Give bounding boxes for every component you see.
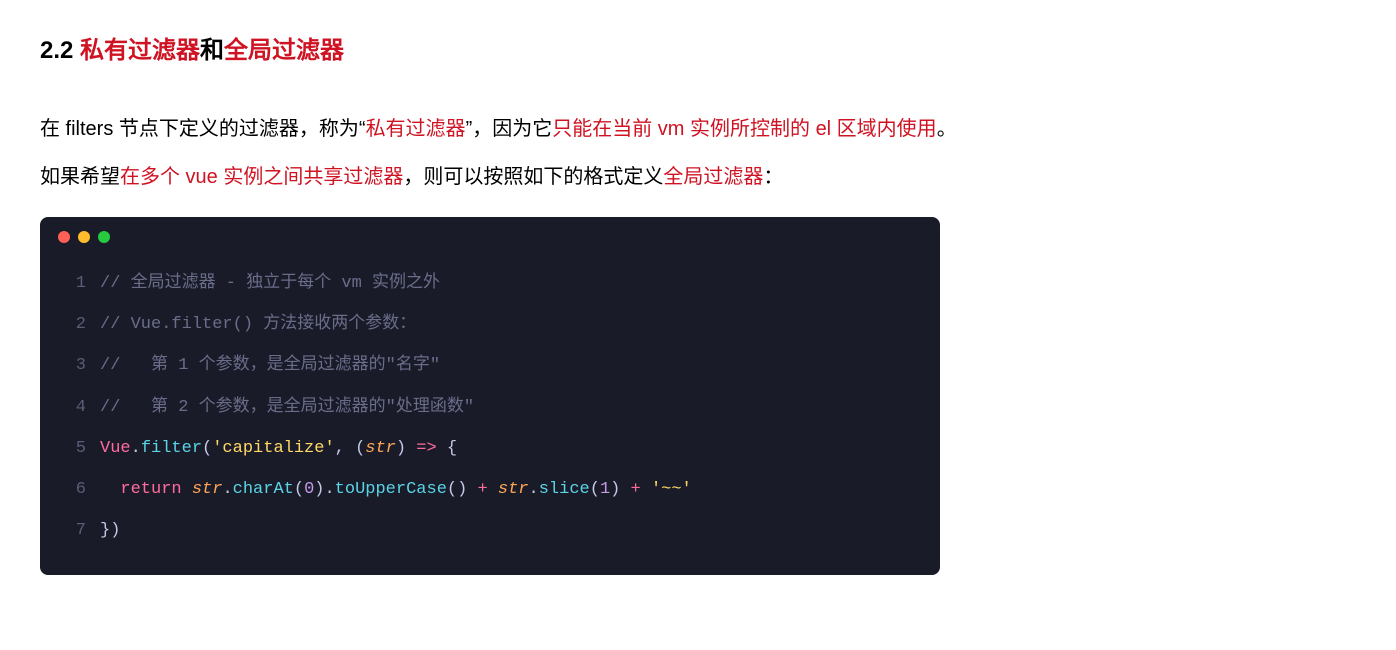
code-titlebar	[40, 217, 940, 251]
line-number: 3	[40, 352, 100, 379]
line-number: 5	[40, 435, 100, 462]
para-text-2a: 如果希望	[40, 166, 120, 188]
description-paragraph: 在 filters 节点下定义的过滤器，称为“私有过滤器”，因为它只能在当前 v…	[40, 105, 1356, 201]
line-content: })	[100, 517, 940, 544]
code-line: 5 Vue.filter('capitalize', (str) => {	[40, 428, 940, 469]
line-content: // 第 1 个参数，是全局过滤器的"名字"	[100, 352, 940, 379]
para-text-2b: 在多个 vue 实例之间共享过滤器	[120, 166, 403, 188]
para-text-2c: ，则可以按照如下的格式定义	[403, 166, 663, 188]
window-maximize-icon	[98, 231, 110, 243]
code-line: 3 // 第 1 个参数，是全局过滤器的"名字"	[40, 345, 940, 386]
line-content: // 第 2 个参数，是全局过滤器的"处理函数"	[100, 394, 940, 421]
para-text-1d: 只能在当前 vm 实例所控制的 el 区域内使用	[552, 118, 936, 140]
line-number: 2	[40, 311, 100, 338]
code-line: 4 // 第 2 个参数，是全局过滤器的"处理函数"	[40, 387, 940, 428]
line-content: // Vue.filter() 方法接收两个参数：	[100, 311, 940, 338]
code-line: 6 return str.charAt(0).toUpperCase() + s…	[40, 469, 940, 510]
line-number: 1	[40, 270, 100, 297]
code-block: 1 // 全局过滤器 - 独立于每个 vm 实例之外 2 // Vue.filt…	[40, 217, 940, 575]
heading-conjunction: 和	[200, 37, 224, 64]
heading-red1: 私有过滤器	[80, 37, 200, 64]
line-content: // 全局过滤器 - 独立于每个 vm 实例之外	[100, 270, 940, 297]
section-heading: 2.2 私有过滤器和全局过滤器	[40, 20, 1356, 65]
code-lines: 1 // 全局过滤器 - 独立于每个 vm 实例之外 2 // Vue.filt…	[40, 251, 940, 575]
line-number: 4	[40, 394, 100, 421]
para-text-1c: ”，因为它	[466, 118, 553, 140]
code-line: 2 // Vue.filter() 方法接收两个参数：	[40, 304, 940, 345]
line-number: 6	[40, 476, 100, 503]
para-text-1b: 私有过滤器	[366, 118, 466, 140]
line-content: Vue.filter('capitalize', (str) => {	[100, 435, 940, 462]
line-number: 7	[40, 517, 100, 544]
para-text-1a: 在 filters 节点下定义的过滤器，称为“	[40, 118, 366, 140]
window-minimize-icon	[78, 231, 90, 243]
code-line: 1 // 全局过滤器 - 独立于每个 vm 实例之外	[40, 263, 940, 304]
window-close-icon	[58, 231, 70, 243]
para-text-2e: ：	[763, 166, 783, 188]
para-text-2d: 全局过滤器	[663, 166, 763, 188]
code-line: 7 })	[40, 510, 940, 551]
heading-number: 2.2	[40, 37, 80, 64]
line-content: return str.charAt(0).toUpperCase() + str…	[100, 476, 940, 503]
heading-red2: 全局过滤器	[224, 37, 344, 64]
para-text-1e: 。	[937, 118, 957, 140]
